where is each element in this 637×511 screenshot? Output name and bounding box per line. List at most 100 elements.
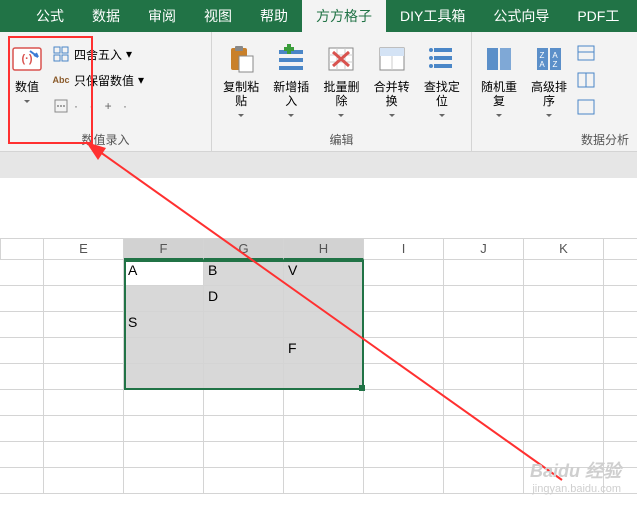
colh-H[interactable]: H [284, 238, 364, 260]
colh-G[interactable]: G [204, 238, 284, 260]
cell-H[interactable]: V [284, 260, 364, 286]
cell-K[interactable] [524, 312, 604, 338]
tab-ffgz[interactable]: 方方格子 [302, 0, 386, 32]
merge-convert-button[interactable]: 合并转换 [369, 36, 415, 127]
cell-J[interactable] [444, 416, 524, 442]
tab-formula-wizard[interactable]: 公式向导 [479, 0, 563, 32]
cell-E[interactable] [44, 442, 124, 468]
row-gutter[interactable] [0, 442, 44, 468]
cell-E[interactable] [44, 416, 124, 442]
colh-J[interactable]: J [444, 238, 524, 260]
cell-J[interactable] [444, 364, 524, 390]
tab-data[interactable]: 数据 [78, 0, 134, 32]
cell-H[interactable]: F [284, 338, 364, 364]
cell-F[interactable] [124, 442, 204, 468]
cell-G[interactable]: B [204, 260, 284, 286]
cell-I[interactable] [364, 442, 444, 468]
cell-H[interactable] [284, 416, 364, 442]
copy-paste-button[interactable]: 复制粘贴 [218, 36, 264, 127]
advanced-sort-button[interactable]: ZAAZ 高级排序 [526, 36, 572, 127]
colh-L[interactable]: L [604, 238, 637, 260]
cell-F[interactable]: A [124, 260, 204, 286]
row-gutter[interactable] [0, 286, 44, 312]
cell-F[interactable] [124, 416, 204, 442]
mini-tools-row[interactable]: · · + · [50, 94, 207, 118]
cell-K[interactable] [524, 364, 604, 390]
cell-H[interactable] [284, 364, 364, 390]
keep-numeric-button[interactable]: Abc 只保留数值 ▾ [50, 68, 207, 92]
cell-L[interactable] [604, 260, 637, 286]
cell-F[interactable] [124, 338, 204, 364]
cell-L[interactable] [604, 312, 637, 338]
cell-L[interactable] [604, 390, 637, 416]
random-repeat-button[interactable]: 随机重复 [476, 36, 522, 127]
cell-H[interactable] [284, 468, 364, 494]
cell-H[interactable] [284, 286, 364, 312]
row-gutter[interactable] [0, 260, 44, 286]
cell-K[interactable] [524, 468, 604, 494]
cell-E[interactable] [44, 286, 124, 312]
cell-F[interactable]: S [124, 312, 204, 338]
cell-J[interactable] [444, 312, 524, 338]
cell-E[interactable] [44, 468, 124, 494]
cell-J[interactable] [444, 390, 524, 416]
tab-view[interactable]: 视图 [190, 0, 246, 32]
cell-L[interactable] [604, 416, 637, 442]
cell-G[interactable] [204, 364, 284, 390]
cell-G[interactable] [204, 468, 284, 494]
cell-L[interactable] [604, 338, 637, 364]
cell-K[interactable] [524, 442, 604, 468]
colh-K[interactable]: K [524, 238, 604, 260]
row-gutter[interactable] [0, 468, 44, 494]
cell-G[interactable] [204, 312, 284, 338]
cell-L[interactable] [604, 468, 637, 494]
cell-H[interactable] [284, 390, 364, 416]
row-gutter[interactable] [0, 390, 44, 416]
colh-E[interactable]: E [44, 238, 124, 260]
cell-E[interactable] [44, 260, 124, 286]
cell-K[interactable] [524, 338, 604, 364]
cell-E[interactable] [44, 390, 124, 416]
cell-I[interactable] [364, 312, 444, 338]
cell-I[interactable] [364, 416, 444, 442]
cell-G[interactable]: D [204, 286, 284, 312]
tab-help[interactable]: 帮助 [246, 0, 302, 32]
cell-E[interactable] [44, 364, 124, 390]
row-gutter[interactable] [0, 338, 44, 364]
cell-I[interactable] [364, 390, 444, 416]
cell-G[interactable] [204, 338, 284, 364]
cell-L[interactable] [604, 286, 637, 312]
cell-I[interactable] [364, 260, 444, 286]
misc-icon-2[interactable] [576, 71, 596, 94]
colh-blank[interactable] [0, 238, 44, 260]
numeric-button[interactable]: (·) 数值 [4, 36, 50, 127]
tab-pdf[interactable]: PDF工 [563, 0, 633, 32]
cell-J[interactable] [444, 442, 524, 468]
find-locate-button[interactable]: 查找定位 [419, 36, 465, 127]
misc-icon-1[interactable] [576, 44, 596, 67]
colh-F[interactable]: F [124, 238, 204, 260]
cell-L[interactable] [604, 442, 637, 468]
cell-K[interactable] [524, 260, 604, 286]
batch-delete-button[interactable]: 批量删除 [318, 36, 364, 127]
cell-K[interactable] [524, 416, 604, 442]
cell-E[interactable] [44, 338, 124, 364]
cell-G[interactable] [204, 442, 284, 468]
cell-G[interactable] [204, 390, 284, 416]
cell-F[interactable] [124, 286, 204, 312]
insert-button[interactable]: 新增插入 [268, 36, 314, 127]
tab-review[interactable]: 审阅 [134, 0, 190, 32]
cell-K[interactable] [524, 286, 604, 312]
cell-H[interactable] [284, 442, 364, 468]
cell-I[interactable] [364, 338, 444, 364]
cell-K[interactable] [524, 390, 604, 416]
cell-J[interactable] [444, 338, 524, 364]
cell-F[interactable] [124, 390, 204, 416]
cell-J[interactable] [444, 468, 524, 494]
cell-I[interactable] [364, 286, 444, 312]
cell-E[interactable] [44, 312, 124, 338]
cell-G[interactable] [204, 416, 284, 442]
cell-I[interactable] [364, 364, 444, 390]
cell-F[interactable] [124, 468, 204, 494]
spreadsheet[interactable]: E F G H I J K L ABVDSF [0, 238, 637, 494]
